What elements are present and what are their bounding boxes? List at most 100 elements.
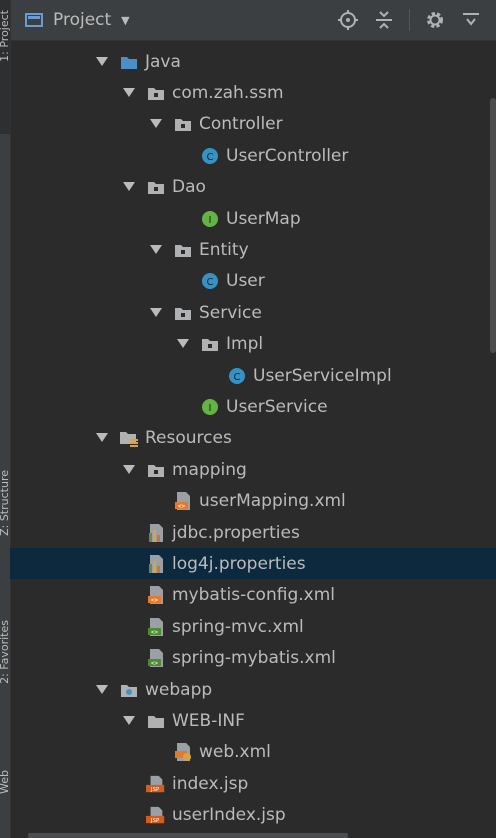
tree-item[interactable]: JSP userIndex.jsp <box>11 800 496 831</box>
tree-item-label: Resources <box>145 428 232 449</box>
tree-item[interactable]: C UserController <box>11 140 496 171</box>
gear-icon[interactable] <box>424 9 446 31</box>
folder-icon <box>146 711 166 731</box>
expand-arrow-icon[interactable] <box>95 431 109 445</box>
header-toolbar <box>337 0 496 40</box>
svg-text:<>: <> <box>151 629 159 636</box>
tree-item-label: userMapping.xml <box>199 491 346 512</box>
collapse-all-icon[interactable] <box>373 9 395 31</box>
tree-item[interactable]: Service <box>11 297 496 328</box>
properties-icon <box>146 554 166 574</box>
expand-arrow-icon[interactable] <box>95 683 109 697</box>
tree-item[interactable]: C UserServiceImpl <box>11 360 496 391</box>
expand-arrow-icon[interactable] <box>95 55 109 69</box>
xml-icon: <> <box>146 585 166 605</box>
expand-arrow-icon[interactable] <box>122 463 136 477</box>
tree-item[interactable]: Dao <box>11 172 496 203</box>
project-window-icon <box>25 13 43 27</box>
tree-item[interactable]: Java <box>11 46 496 77</box>
package-icon <box>146 460 166 480</box>
package-icon <box>200 334 220 354</box>
xml-icon: <> <box>173 491 193 511</box>
web-xml-icon <box>173 742 193 762</box>
svg-text:I: I <box>209 403 212 414</box>
source-folder-icon <box>119 52 139 72</box>
class-icon: C <box>200 271 220 291</box>
svg-text:C: C <box>207 152 214 163</box>
tree-item-label: UserMap <box>226 208 301 229</box>
tree-item-label: Java <box>145 51 181 72</box>
tree-item-label: UserController <box>226 145 349 166</box>
tree-item-label: UserService <box>226 396 328 417</box>
tree-item[interactable]: web.xml <box>11 737 496 768</box>
tree-item[interactable]: <> spring-mybatis.xml <box>11 643 496 674</box>
package-icon <box>146 83 166 103</box>
resources-folder-icon <box>119 428 139 448</box>
expand-arrow-icon[interactable] <box>149 306 163 320</box>
svg-text:C: C <box>207 277 214 288</box>
tree-item[interactable]: C User <box>11 266 496 297</box>
tree-item[interactable]: Controller <box>11 109 496 140</box>
svg-text:JSP: JSP <box>150 787 160 793</box>
svg-text:JSP: JSP <box>150 818 160 824</box>
svg-text:<>: <> <box>151 597 159 604</box>
tree-item-label: Controller <box>199 114 283 135</box>
tree-item[interactable]: WEB-INF <box>11 705 496 736</box>
package-icon <box>146 177 166 197</box>
expand-arrow-icon[interactable] <box>122 180 136 194</box>
jsp-icon: JSP <box>146 774 166 794</box>
tree-item-label: index.jsp <box>172 773 249 794</box>
hide-icon[interactable] <box>460 9 482 31</box>
svg-text:<>: <> <box>178 503 186 510</box>
horizontal-scrollbar[interactable] <box>28 833 348 838</box>
tree-item[interactable]: <> mybatis-config.xml <box>11 580 496 611</box>
tree-item-label: userIndex.jsp <box>172 805 286 826</box>
tree-item-label: web.xml <box>199 742 271 763</box>
tree-item[interactable]: JSP index.jsp <box>11 768 496 799</box>
tree-item-label: spring-mybatis.xml <box>172 648 336 669</box>
spring-xml-icon: <> <box>146 617 166 637</box>
locate-icon[interactable] <box>337 9 359 31</box>
tree-item-label: Entity <box>199 239 249 260</box>
spring-xml-icon: <> <box>146 648 166 668</box>
tree-item[interactable]: com.zah.ssm <box>11 77 496 108</box>
package-icon <box>173 114 193 134</box>
expand-arrow-icon[interactable] <box>176 337 190 351</box>
expand-arrow-icon[interactable] <box>149 243 163 257</box>
properties-icon <box>146 523 166 543</box>
tree-item[interactable]: mapping <box>11 454 496 485</box>
tree-item[interactable]: Resources <box>11 423 496 454</box>
tree-item-label: log4j.properties <box>172 553 306 574</box>
tree-item[interactable]: jdbc.properties <box>11 517 496 548</box>
tree-item-label: webapp <box>145 679 213 700</box>
tree-item[interactable]: webapp <box>11 674 496 705</box>
tree-item[interactable]: I UserService <box>11 391 496 422</box>
toolbar-separator <box>409 9 410 31</box>
package-icon <box>173 303 193 323</box>
expand-arrow-icon[interactable] <box>122 714 136 728</box>
tree-item[interactable]: <> spring-mvc.xml <box>11 611 496 642</box>
project-title[interactable]: Project <box>53 10 111 30</box>
tree-item[interactable]: I UserMap <box>11 203 496 234</box>
tree-item-label: User <box>226 271 265 292</box>
tree-item-label: Service <box>199 302 262 323</box>
chevron-down-icon[interactable]: ▼ <box>121 14 129 27</box>
tree-item[interactable]: Impl <box>11 329 496 360</box>
tree-item[interactable]: <> userMapping.xml <box>11 486 496 517</box>
jsp-icon: JSP <box>146 805 166 825</box>
package-icon <box>173 240 193 260</box>
vertical-scrollbar[interactable] <box>490 98 496 353</box>
tool-window-stripe: 1: Project Z: Structure 2: Favorites Web <box>0 0 11 838</box>
expand-arrow-icon[interactable] <box>149 117 163 131</box>
tree-item-label: mapping <box>172 459 247 480</box>
svg-text:I: I <box>209 215 212 226</box>
tree-item-label: Dao <box>172 177 206 198</box>
expand-arrow-icon[interactable] <box>122 86 136 100</box>
project-header: Project ▼ <box>11 0 496 41</box>
tree-item-label: jdbc.properties <box>172 522 300 543</box>
tree-item[interactable]: log4j.properties <box>10 548 496 580</box>
class-icon: C <box>200 146 220 166</box>
class-icon: C <box>227 366 247 386</box>
tree-item[interactable]: Entity <box>11 234 496 265</box>
tree-item-label: Impl <box>226 334 264 355</box>
